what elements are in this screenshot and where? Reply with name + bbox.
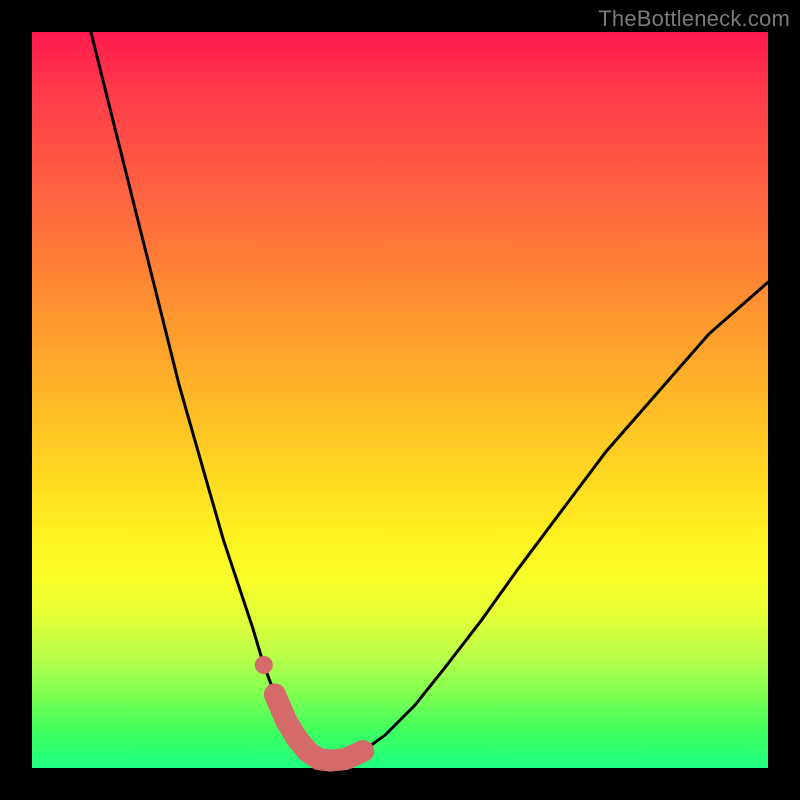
watermark-text: TheBottleneck.com: [598, 6, 790, 32]
chart-frame: TheBottleneck.com: [0, 0, 800, 800]
highlighted-segment: [275, 694, 363, 760]
highlight-dot: [255, 656, 273, 674]
curve-layer: [32, 32, 768, 768]
plot-area: [32, 32, 768, 768]
bottleneck-curve: [91, 32, 768, 761]
